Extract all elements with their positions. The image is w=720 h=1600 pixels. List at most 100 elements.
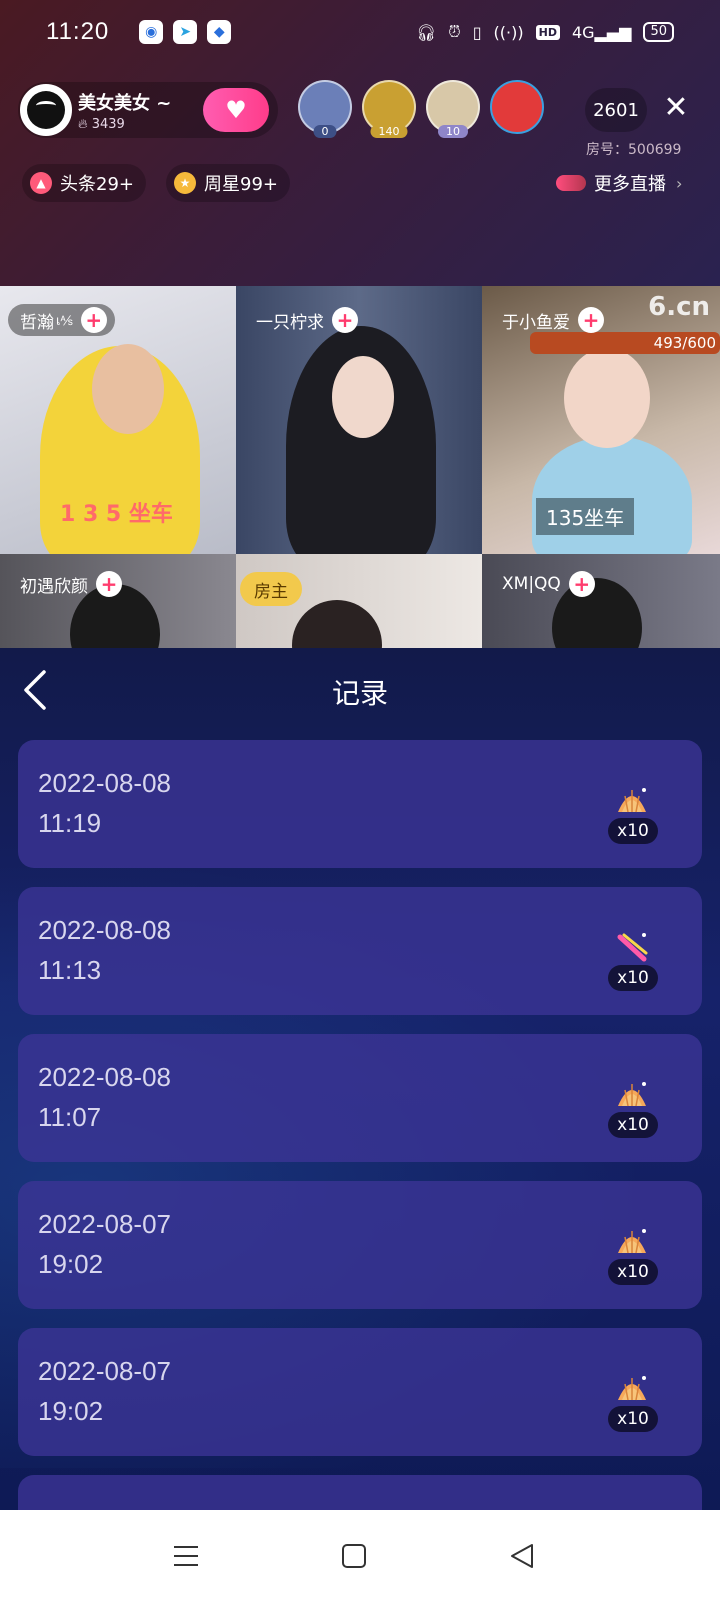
record-date: 2022-08-08 [38,1062,171,1092]
telegram-app-icon: ➤ [173,20,198,44]
room-owner-tag: 房主 [240,572,302,606]
home-icon[interactable] [340,1542,368,1570]
record-card-partial[interactable] [18,1475,702,1510]
viewer-avatar[interactable]: 0 [298,80,352,138]
app-notification-icon: ◆ [207,20,232,44]
gift-quantity: x10 [608,965,658,991]
site-logo: 6.cn [648,292,710,322]
host-info: 美女美女 ~ 🔥︎ 3439 [78,89,171,132]
video-tile[interactable]: 493/600 6.cn 135坐车 于小鱼爱 + [482,286,720,554]
mic-video-grid: 1 3 5 坐车 哲瀚 เ⅍ + 一只柠求 + 493/600 6.cn 135坐… [0,286,720,648]
close-icon[interactable]: ✕ [660,92,692,124]
record-time: 11:19 [38,808,102,838]
menu-icon[interactable] [172,1542,200,1570]
follow-plus-icon[interactable]: + [96,571,122,597]
video-tile[interactable]: 初遇欣颜 + [0,554,236,648]
flame-icon: 🔥︎ [78,116,88,132]
tile-name-tag[interactable]: 于小鱼爱 + [490,304,612,336]
streamer-head [332,356,394,438]
streamer-head [292,600,382,648]
viewer-avatars: 0 140 10 [298,80,544,138]
viewer-level: 0 [313,125,337,138]
system-nav-bar [0,1510,720,1600]
wifi-icon: ((·)) [493,22,524,42]
streamer-head [564,348,650,448]
video-tile[interactable]: 1 3 5 坐车 哲瀚 เ⅍ + [0,286,236,554]
gift-quantity: x10 [608,818,658,844]
alarm-icon: ⏰︎ [448,22,461,41]
record-card[interactable]: 2022-08-07 19:02 x10 [18,1181,702,1309]
more-live-label: 更多直播 [594,174,666,195]
streamer-head [92,344,164,434]
chip-label: 周星99+ [204,174,278,195]
gift-quantity: x10 [608,1112,658,1138]
status-indicators: 🎧︎ ⏰︎ ▯ ((·)) HD 4G▂▄▆ 50 [416,22,674,42]
record-card[interactable]: 2022-08-08 11:13 x10 [18,887,702,1015]
record-card[interactable]: 2022-08-08 11:19 x10 [18,740,702,868]
battery-icon: 50 [643,22,674,42]
baidu-app-icon: ◉ [139,20,164,44]
signal-4g: 4G▂▄▆ [571,22,632,42]
viewer-avatar[interactable]: 140 [362,80,416,138]
tile-name-tag[interactable]: 哲瀚 เ⅍ + [8,304,115,336]
host-fans: 🔥︎ 3439 [78,116,125,132]
video-tile[interactable]: 房主 [236,554,482,648]
viewer-level: 140 [370,125,408,138]
follow-button[interactable]: ♥ [203,88,269,132]
shell-icon [614,784,650,820]
follow-plus-icon[interactable]: + [578,307,604,333]
headphone-icon: 🎧︎ [415,22,437,42]
gift-quantity: x10 [608,1406,658,1432]
shell-icon [614,1078,650,1114]
video-tile[interactable]: 一只柠求 + [236,286,482,554]
streamer-figure [532,436,692,554]
follow-plus-icon[interactable]: + [80,307,107,333]
record-card[interactable]: 2022-08-07 19:02 x10 [18,1328,702,1456]
video-tile[interactable]: XM|QQ + [482,554,720,648]
record-date: 2022-08-07 [38,1209,171,1239]
vibrate-icon: ▯ [472,22,482,42]
shell-icon [614,1225,650,1261]
record-date: 2022-08-08 [38,768,171,798]
follow-plus-icon[interactable]: + [568,571,595,597]
tile-name-tag[interactable]: XM|QQ + [490,568,603,600]
viewer-avatar[interactable] [490,80,544,134]
gift-quantity: x10 [608,1259,658,1285]
viewer-count[interactable]: 2601 [585,88,647,132]
heart-plus-icon: ♥ [225,96,247,124]
hd-badge: HD [535,24,560,40]
host-name: 美女美女 ~ [78,92,172,114]
follow-plus-icon[interactable]: + [332,307,358,333]
tile-name-tag[interactable]: 初遇欣颜 + [8,568,130,600]
notification-icons: ◉ ➤ ◆ [139,20,232,44]
tile-name-tag[interactable]: 一只柠求 + [244,304,366,336]
record-card[interactable]: 2022-08-08 11:07 x10 [18,1034,702,1162]
overlay-text: 1 3 5 坐车 [60,502,173,527]
car-tag: 135坐车 [536,498,635,535]
back-nav-icon[interactable] [508,1542,536,1570]
room-id: 房号：500699 [586,142,682,158]
fire-icon: ▲ [30,172,52,194]
record-time: 11:13 [38,955,102,985]
chip-label: 头条29+ [60,174,134,195]
record-time: 19:02 [38,1396,104,1426]
record-time: 19:02 [38,1249,104,1279]
chevron-right-icon: › [676,173,683,193]
record-time: 11:07 [38,1102,102,1132]
headline-chip[interactable]: ▲ 头条29+ [22,164,146,202]
weekly-star-chip[interactable]: ★ 周星99+ [166,164,290,202]
more-live-button[interactable]: 更多直播 › [556,164,682,202]
star-icon: ★ [174,172,196,194]
glowstick-icon [614,931,650,967]
record-panel: 记录 2022-08-08 11:19 x10 2022-08-08 11:13 x10 2… [0,648,720,1510]
viewer-avatar[interactable]: 10 [426,80,480,138]
viewer-level: 10 [438,125,468,138]
status-time: 11:20 [46,18,110,45]
panel-title: 记录 [331,677,388,710]
record-date: 2022-08-07 [38,1356,171,1386]
host-avatar[interactable] [20,84,72,136]
shell-icon [614,1372,650,1408]
status-bar: 11:20 ◉ ➤ ◆ 🎧︎ ⏰︎ ▯ ((·)) HD 4G▂▄▆ 50 [0,0,720,64]
record-date: 2022-08-08 [38,915,171,945]
live-icon [556,175,586,191]
